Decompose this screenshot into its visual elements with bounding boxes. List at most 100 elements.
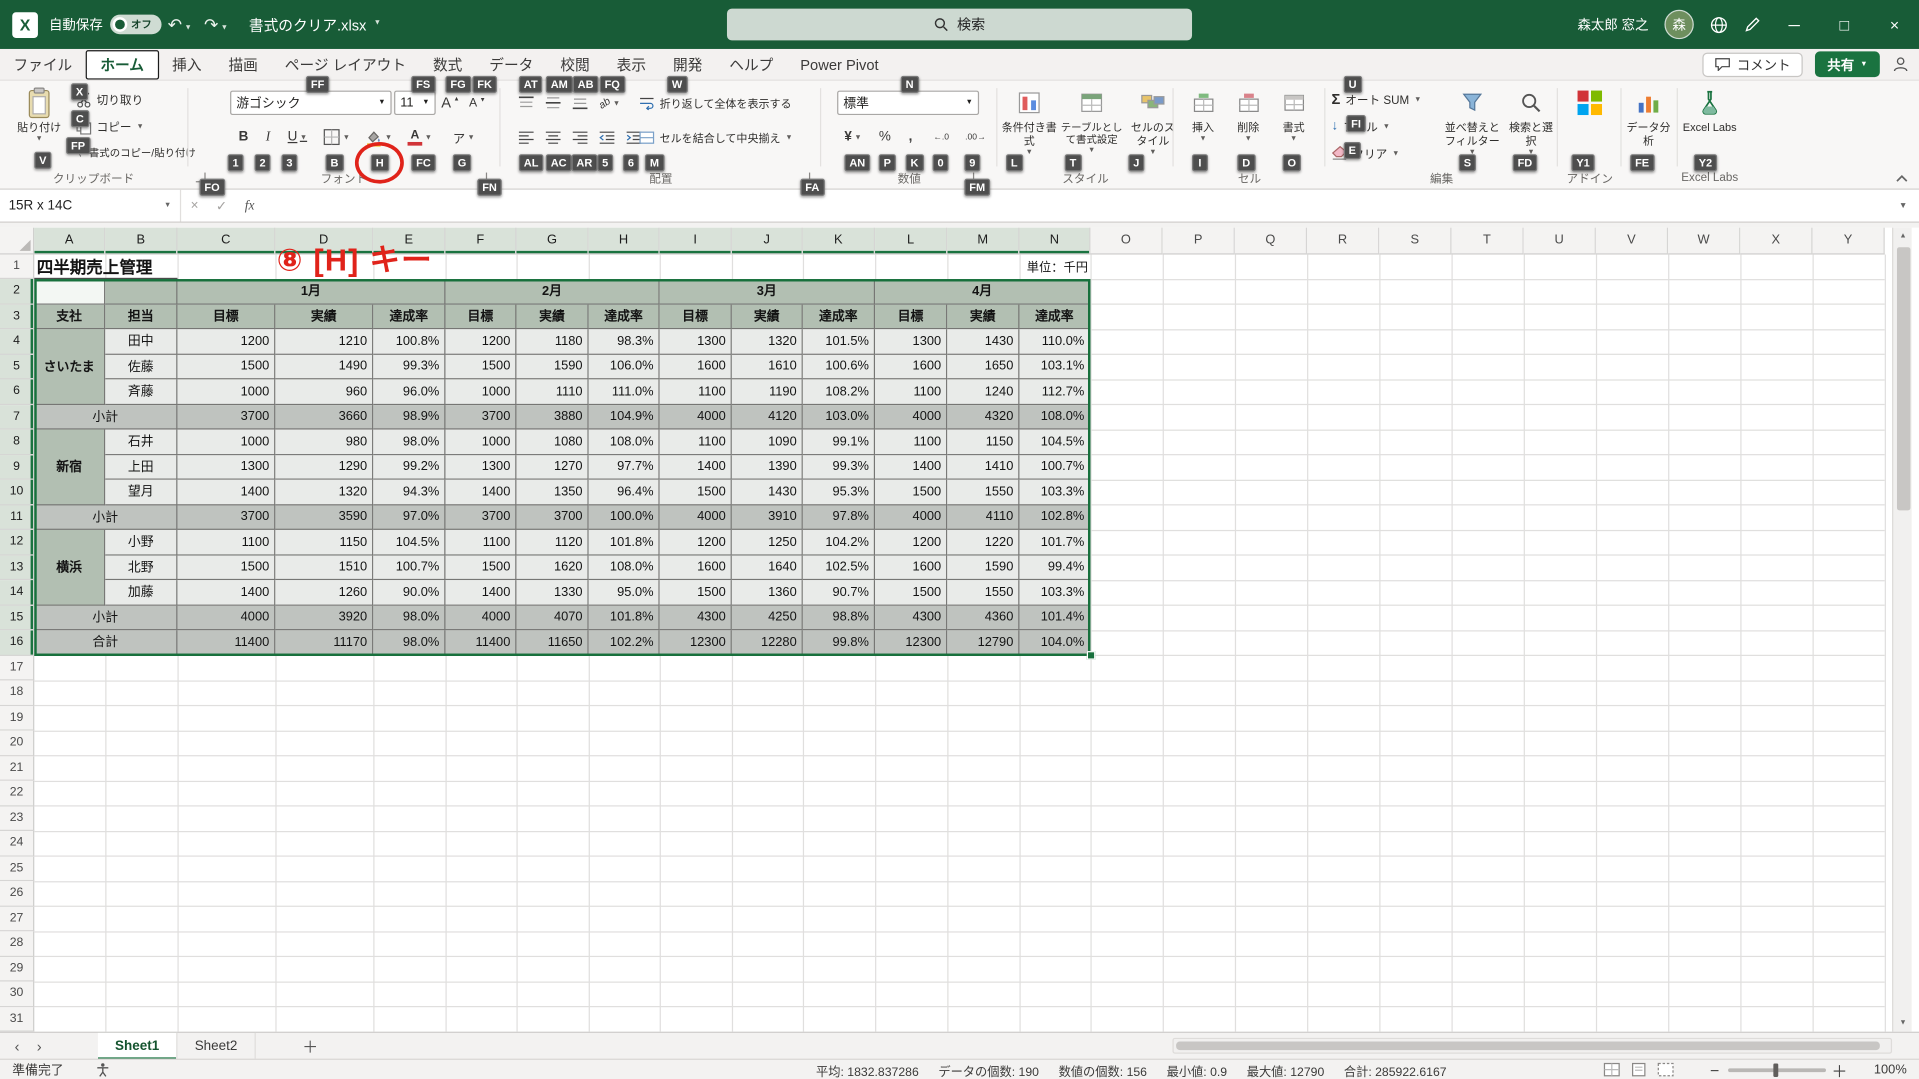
- value-cell[interactable]: 1080: [516, 429, 589, 455]
- column-header-A[interactable]: A: [34, 227, 106, 254]
- excel-icon[interactable]: [12, 11, 38, 38]
- insert-function-button[interactable]: fx: [235, 198, 264, 213]
- column-header-U[interactable]: U: [1523, 227, 1596, 254]
- month-header-cell[interactable]: 4月: [875, 279, 1091, 305]
- value-cell[interactable]: 1390: [731, 454, 803, 480]
- value-cell[interactable]: 99.2%: [373, 454, 446, 480]
- borders-button[interactable]: ▼: [321, 125, 353, 149]
- target-header-cell[interactable]: 目標: [659, 304, 732, 330]
- search-box[interactable]: 検索: [726, 8, 1193, 41]
- total-cell[interactable]: 11650: [516, 630, 589, 656]
- orientation-button[interactable]: ab ▼: [595, 91, 624, 115]
- subtotal-cell[interactable]: 100.0%: [588, 504, 660, 530]
- column-header-M[interactable]: M: [947, 227, 1020, 254]
- column-header-Q[interactable]: Q: [1234, 227, 1308, 254]
- align-top-button[interactable]: [514, 91, 538, 115]
- column-header-N[interactable]: N: [1019, 227, 1091, 254]
- subtotal-cell[interactable]: 4300: [659, 605, 732, 631]
- value-cell[interactable]: 1000: [445, 379, 517, 405]
- value-cell[interactable]: 1550: [947, 479, 1020, 505]
- value-cell[interactable]: 99.3%: [373, 354, 446, 380]
- value-cell[interactable]: 1550: [947, 580, 1020, 606]
- total-cell[interactable]: 12790: [947, 630, 1020, 656]
- align-right-button[interactable]: [568, 125, 592, 149]
- subtotal-cell[interactable]: 4320: [947, 404, 1020, 430]
- value-cell[interactable]: 101.7%: [1019, 529, 1091, 556]
- value-cell[interactable]: 980: [275, 429, 374, 455]
- close-button[interactable]: ×: [1877, 15, 1911, 33]
- row-header-25[interactable]: 25: [0, 856, 35, 882]
- value-cell[interactable]: 1400: [445, 580, 517, 606]
- column-header-V[interactable]: V: [1595, 227, 1669, 254]
- value-cell[interactable]: 1640: [731, 555, 803, 581]
- row-header-8[interactable]: 8: [0, 429, 35, 455]
- value-cell[interactable]: 1240: [947, 379, 1020, 405]
- month-header-cell[interactable]: 2月: [445, 279, 660, 305]
- value-cell[interactable]: 1200: [177, 329, 276, 355]
- value-cell[interactable]: 1000: [177, 379, 276, 405]
- subtotal-cell[interactable]: 3700: [516, 504, 589, 530]
- redo-button[interactable]: ↷ ▼: [204, 14, 228, 35]
- share-button[interactable]: 共有 ▼: [1815, 51, 1880, 78]
- subtotal-cell[interactable]: 3700: [177, 404, 276, 430]
- value-cell[interactable]: 1120: [516, 529, 589, 556]
- row-header-30[interactable]: 30: [0, 981, 35, 1007]
- value-cell[interactable]: 1600: [875, 354, 948, 380]
- row-header-29[interactable]: 29: [0, 956, 35, 982]
- value-cell[interactable]: 96.0%: [373, 379, 446, 405]
- person-icon[interactable]: [1892, 56, 1909, 72]
- tab-ホーム[interactable]: ホーム: [85, 49, 159, 79]
- zoom-slider[interactable]: [1728, 1062, 1826, 1077]
- total-cell[interactable]: 12300: [875, 630, 948, 656]
- value-cell[interactable]: 1260: [275, 580, 374, 606]
- subtotal-cell[interactable]: 4000: [875, 404, 948, 430]
- value-cell[interactable]: 1400: [445, 479, 517, 505]
- total-cell[interactable]: 12280: [731, 630, 803, 656]
- row-header-31[interactable]: 31: [0, 1006, 35, 1032]
- row-header-24[interactable]: 24: [0, 830, 35, 857]
- row-header-10[interactable]: 10: [0, 479, 35, 505]
- fill-handle[interactable]: [1086, 651, 1095, 660]
- row-header-2[interactable]: 2: [0, 279, 35, 305]
- value-cell[interactable]: 960: [275, 379, 374, 405]
- align-middle-button[interactable]: [541, 91, 565, 115]
- file-name[interactable]: 書式のクリア.xlsx ▼: [249, 14, 381, 35]
- value-cell[interactable]: 1100: [875, 429, 948, 455]
- copy-button[interactable]: コピー ▼: [76, 114, 191, 138]
- sheet-nav-left-icon[interactable]: ‹: [15, 1037, 20, 1054]
- subtotal-cell[interactable]: 4110: [947, 504, 1020, 530]
- value-cell[interactable]: 112.7%: [1019, 379, 1091, 405]
- tab-Power Pivot[interactable]: Power Pivot: [787, 48, 892, 80]
- actual-header-cell[interactable]: 実績: [516, 304, 589, 330]
- phonetic-button[interactable]: ア ▼: [445, 125, 482, 149]
- value-cell[interactable]: 1400: [177, 580, 276, 606]
- value-cell[interactable]: 1150: [275, 529, 374, 556]
- value-cell[interactable]: 104.2%: [802, 529, 876, 556]
- bold-button[interactable]: B: [233, 125, 255, 149]
- subtotal-cell[interactable]: 3590: [275, 504, 374, 530]
- zoom-in-button[interactable]: ＋: [1831, 1058, 1848, 1079]
- value-cell[interactable]: 1000: [177, 429, 276, 455]
- target-header-cell[interactable]: 目標: [875, 304, 948, 330]
- maximize-button[interactable]: □: [1827, 15, 1861, 33]
- row-header-13[interactable]: 13: [0, 555, 35, 581]
- target-header-cell[interactable]: 目標: [445, 304, 517, 330]
- subtotal-cell[interactable]: 4300: [875, 605, 948, 631]
- row-header-26[interactable]: 26: [0, 881, 35, 907]
- underline-button[interactable]: U ▼: [281, 125, 313, 149]
- rate-header-cell[interactable]: 達成率: [588, 304, 660, 330]
- row-header-15[interactable]: 15: [0, 605, 35, 631]
- value-cell[interactable]: 1180: [516, 329, 589, 355]
- page-layout-view-icon[interactable]: [1630, 1062, 1647, 1077]
- scroll-up-icon[interactable]: ▲: [1893, 228, 1913, 245]
- merge-center-button[interactable]: セルを結合して中央揃え ▼: [639, 125, 820, 149]
- column-header-O[interactable]: O: [1090, 227, 1163, 254]
- avatar[interactable]: 森: [1664, 9, 1694, 40]
- value-cell[interactable]: 1110: [516, 379, 589, 405]
- value-cell[interactable]: 1500: [177, 354, 276, 380]
- row-header-19[interactable]: 19: [0, 705, 35, 731]
- align-bottom-button[interactable]: [568, 91, 592, 115]
- fill-color-button[interactable]: ▼: [362, 125, 394, 149]
- status-stat-データの個数[interactable]: データの個数: 190: [938, 1060, 1039, 1078]
- value-cell[interactable]: 1300: [875, 329, 948, 355]
